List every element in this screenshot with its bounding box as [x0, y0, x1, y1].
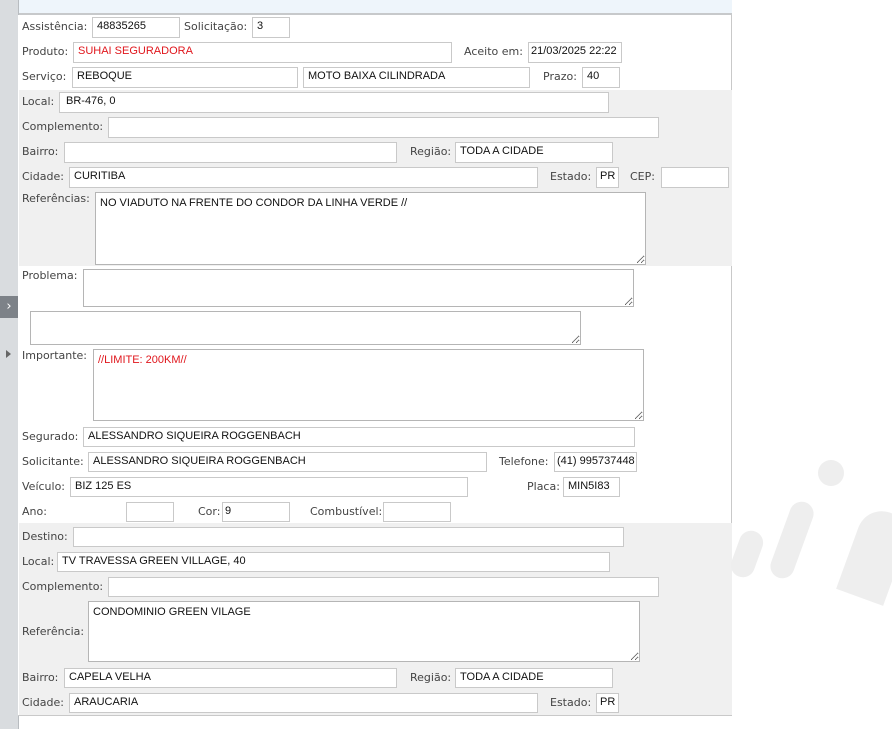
referencias-textarea[interactable]: NO VIADUTO NA FRENTE DO CONDOR DA LINHA …	[95, 192, 646, 265]
destino-local-input[interactable]: TV TRAVESSA GREEN VILLAGE, 40	[57, 552, 610, 572]
solicitacao-label: Solicitação:	[184, 20, 248, 33]
produto-input[interactable]: SUHAI SEGURADORA	[73, 42, 452, 63]
placa-input[interactable]: MIN5I83	[563, 477, 620, 497]
servico-label: Serviço:	[22, 70, 67, 83]
combustivel-label: Combustível:	[310, 505, 383, 518]
veiculo-input[interactable]: BIZ 125 ES	[70, 477, 468, 497]
destino-complemento-label: Complemento:	[22, 580, 104, 593]
triangle-right-icon[interactable]	[6, 350, 11, 358]
produto-label: Produto:	[22, 45, 69, 58]
destino-bairro-input[interactable]: CAPELA VELHA	[64, 668, 397, 688]
destino-complemento-input[interactable]	[108, 577, 659, 597]
watermark-logo	[836, 504, 892, 606]
watermark-logo	[767, 498, 817, 582]
cor-input[interactable]: 9	[222, 502, 290, 522]
bairro-input[interactable]	[64, 142, 397, 163]
destino-regiao-label: Região:	[410, 671, 452, 684]
destino-label: Destino:	[22, 530, 68, 543]
prazo-input[interactable]: 40	[582, 67, 620, 88]
problema-textarea[interactable]	[83, 269, 634, 307]
destino-estado-label: Estado:	[550, 696, 592, 709]
regiao-label: Região:	[410, 145, 452, 158]
destino-cidade-input[interactable]: ARAUCARIA	[69, 693, 538, 713]
aceito-em-label: Aceito em:	[464, 45, 523, 58]
local-input[interactable]: BR-476, 0	[59, 92, 609, 113]
estado-input[interactable]: PR	[596, 167, 619, 188]
destino-input[interactable]	[73, 527, 624, 547]
estado-label: Estado:	[550, 170, 592, 183]
importante-label: Importante:	[22, 349, 88, 362]
destino-regiao-input[interactable]: TODA A CIDADE	[455, 668, 613, 688]
ano-input[interactable]	[126, 502, 174, 522]
local-label: Local:	[22, 95, 55, 108]
telefone-label: Telefone:	[499, 455, 549, 468]
destino-referencia-textarea[interactable]: CONDOMINIO GREEN VILAGE	[88, 601, 640, 662]
bairro-label: Bairro:	[22, 145, 59, 158]
placa-label: Placa:	[527, 480, 560, 493]
aceito-em-input[interactable]: 21/03/2025 22:22	[528, 42, 622, 63]
complemento-label: Complemento:	[22, 120, 104, 133]
importante-textarea[interactable]: //LIMITE: 200KM//	[93, 349, 644, 421]
solicitacao-input[interactable]: 3	[252, 17, 290, 38]
destino-referencia-label: Referência:	[22, 625, 85, 638]
destino-estado-input[interactable]: PR	[596, 693, 619, 713]
cidade-input[interactable]: CURITIBA	[69, 167, 538, 188]
complemento-input[interactable]	[108, 117, 659, 138]
destino-local-label: Local:	[22, 555, 55, 568]
prazo-label: Prazo:	[543, 70, 577, 83]
problema-detail-textarea[interactable]	[30, 311, 581, 345]
segurado-input[interactable]: ALESSANDRO SIQUEIRA ROGGENBACH	[83, 427, 635, 447]
destino-bairro-label: Bairro:	[22, 671, 59, 684]
cep-input[interactable]	[661, 167, 729, 188]
combustivel-input[interactable]	[383, 502, 451, 522]
telefone-input[interactable]: (41) 995737448	[554, 452, 637, 472]
solicitante-label: Solicitante:	[22, 455, 84, 468]
regiao-input[interactable]: TODA A CIDADE	[455, 142, 613, 163]
watermark-logo	[727, 527, 767, 581]
header-strip	[19, 0, 732, 15]
left-sidebar	[0, 0, 19, 729]
cidade-label: Cidade:	[22, 170, 64, 183]
referencias-label: Referências:	[22, 192, 90, 205]
cep-label: CEP:	[630, 170, 655, 183]
servico-tipo-input[interactable]: MOTO BAIXA CILINDRADA	[303, 67, 530, 88]
servico-input[interactable]: REBOQUE	[72, 67, 298, 88]
assistencia-label: Assistência:	[22, 20, 88, 33]
solicitante-input[interactable]: ALESSANDRO SIQUEIRA ROGGENBACH	[88, 452, 487, 472]
veiculo-label: Veículo:	[22, 480, 66, 493]
ano-label: Ano:	[22, 505, 47, 518]
segurado-label: Segurado:	[22, 430, 79, 443]
watermark-logo	[818, 460, 844, 486]
chevron-right-icon[interactable]: ›	[0, 296, 18, 318]
cor-label: Cor:	[198, 505, 221, 518]
assistencia-input[interactable]: 48835265	[92, 17, 180, 38]
destino-cidade-label: Cidade:	[22, 696, 64, 709]
problema-label: Problema:	[22, 269, 78, 282]
